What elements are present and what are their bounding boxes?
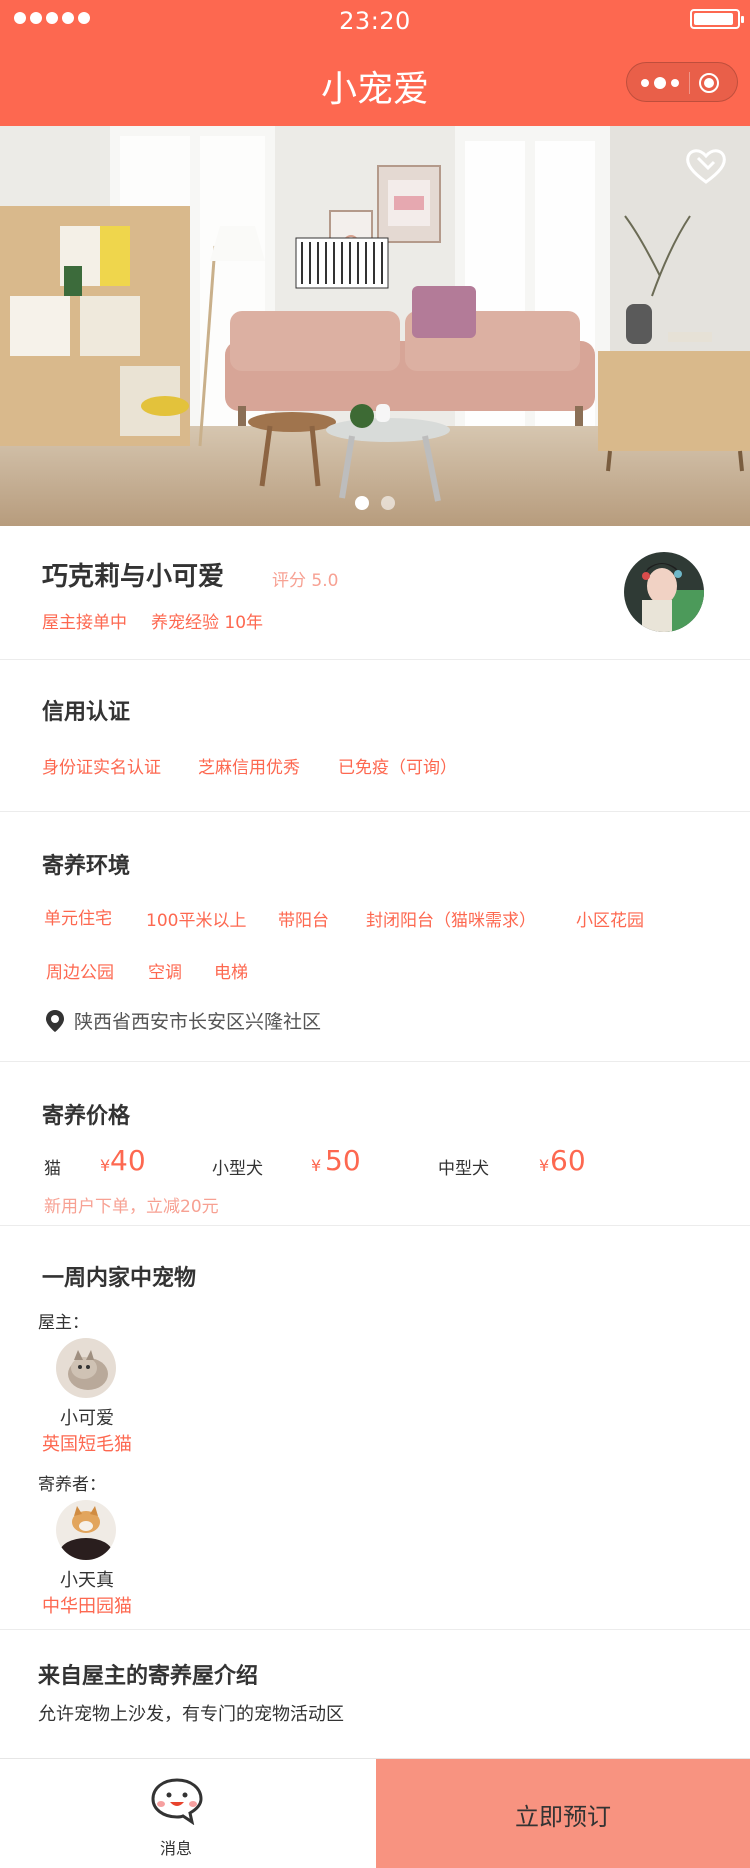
heart-icon[interactable] [684,146,728,186]
price-value-medium-dog: 60 [550,1144,586,1177]
credit-tag-id: 身份证实名认证 [42,758,161,778]
env-tag: 周边公园 [46,963,114,983]
boarder-pet-name: 小天真 [60,1570,114,1591]
intro-text: 允许宠物上沙发，有专门的宠物活动区 [38,1704,344,1725]
price-label-cat: 猫 [44,1159,61,1179]
pricing-section: 寄养价格 猫 ¥ 40 小型犬 ¥ 50 中型犬 ¥ 60 新用户下单，立减20… [0,1062,750,1226]
currency-symbol: ¥ [311,1156,322,1175]
carousel-dot[interactable] [355,496,369,510]
room-photo-carousel[interactable] [0,126,750,526]
env-tag: 电梯 [214,963,248,983]
credit-title: 信用认证 [42,700,131,725]
book-now-button[interactable]: 立即预订 [376,1759,750,1868]
owner-pet-name: 小可爱 [60,1408,114,1429]
credit-tag-vaccinated: 已免疫（可询） [338,758,457,778]
status-time: 23:20 [339,7,411,35]
capsule-divider [689,72,690,94]
owner-pet-breed: 英国短毛猫 [42,1434,132,1455]
pets-section: 一周内家中宠物 屋主： 小可爱 英国短毛猫 寄养者： 小天真 中华田园猫 [0,1226,750,1630]
address-text: 陕西省西安市长安区兴隆社区 [74,1011,322,1033]
price-value-cat: 40 [110,1144,146,1177]
location-pin-icon [46,1009,64,1032]
price-label-small-dog: 小型犬 [212,1159,263,1179]
credit-section: 信用认证 身份证实名认证 芝麻信用优秀 已免疫（可询） [0,660,750,812]
price-label-medium-dog: 中型犬 [438,1159,489,1179]
carousel-dot[interactable] [381,496,395,510]
host-avatar-image [624,552,704,632]
owner-pet-avatar[interactable] [56,1338,116,1398]
price-value-small-dog: 50 [325,1144,361,1177]
book-now-label: 立即预订 [515,1803,611,1831]
credit-tag-sesame: 芝麻信用优秀 [198,758,300,778]
living-room-photo [0,126,750,526]
mini-program-capsule[interactable] [626,62,738,102]
pets-title: 一周内家中宠物 [42,1266,197,1291]
intro-section: 来自屋主的寄养屋介绍 允许宠物上沙发，有专门的宠物活动区 [0,1630,750,1758]
env-tag: 单元住宅 [44,909,112,929]
message-label: 消息 [159,1839,192,1858]
currency-symbol: ¥ [539,1156,550,1175]
env-tag: 带阳台 [278,911,329,931]
env-tag: 空调 [148,963,182,983]
environment-section: 寄养环境 单元住宅 100平米以上 带阳台 封闭阳台（猫咪需求） 小区花园 周边… [0,812,750,1062]
intro-title: 来自屋主的寄养屋介绍 [38,1664,259,1689]
boarder-pet-breed: 中华田园猫 [42,1596,132,1617]
env-tag: 100平米以上 [146,911,247,931]
currency-symbol: ¥ [100,1156,111,1175]
env-tag: 封闭阳台（猫咪需求） [366,911,536,931]
boarder-pet-avatar[interactable] [56,1500,116,1560]
message-button[interactable]: 消息 [0,1759,376,1868]
cat-photo [56,1338,116,1398]
status-bar: 23:20 [0,0,750,42]
chat-bubble-icon [151,1778,203,1825]
host-avatar[interactable] [624,552,704,632]
address-row[interactable]: 陕西省西安市长安区兴隆社区 [44,1007,321,1034]
owner-label: 屋主： [38,1313,89,1333]
close-program-icon[interactable] [699,73,719,93]
host-rating: 评分 5.0 [272,571,339,591]
cat-photo [56,1500,116,1560]
carousel-indicators [0,496,750,510]
app-header: 23:20 小宠爱 [0,0,750,126]
battery-level-fill [694,13,733,25]
new-user-discount: 新用户下单，立减20元 [44,1197,219,1217]
host-info-section: 巧克莉与小可爱 评分 5.0 屋主接单中 养宠经验 10年 [0,526,750,660]
boarder-label: 寄养者： [38,1475,106,1495]
host-name: 巧克莉与小可爱 [42,562,225,592]
environment-title: 寄养环境 [42,854,131,879]
env-tag: 小区花园 [576,911,644,931]
more-menu-icon[interactable] [641,73,687,93]
host-tag-accepting: 屋主接单中 [42,613,127,633]
host-tag-experience: 养宠经验 10年 [151,613,264,633]
battery-icon [690,9,744,29]
bottom-action-bar: 消息 立即预订 [0,1758,750,1868]
pricing-title: 寄养价格 [42,1104,131,1129]
